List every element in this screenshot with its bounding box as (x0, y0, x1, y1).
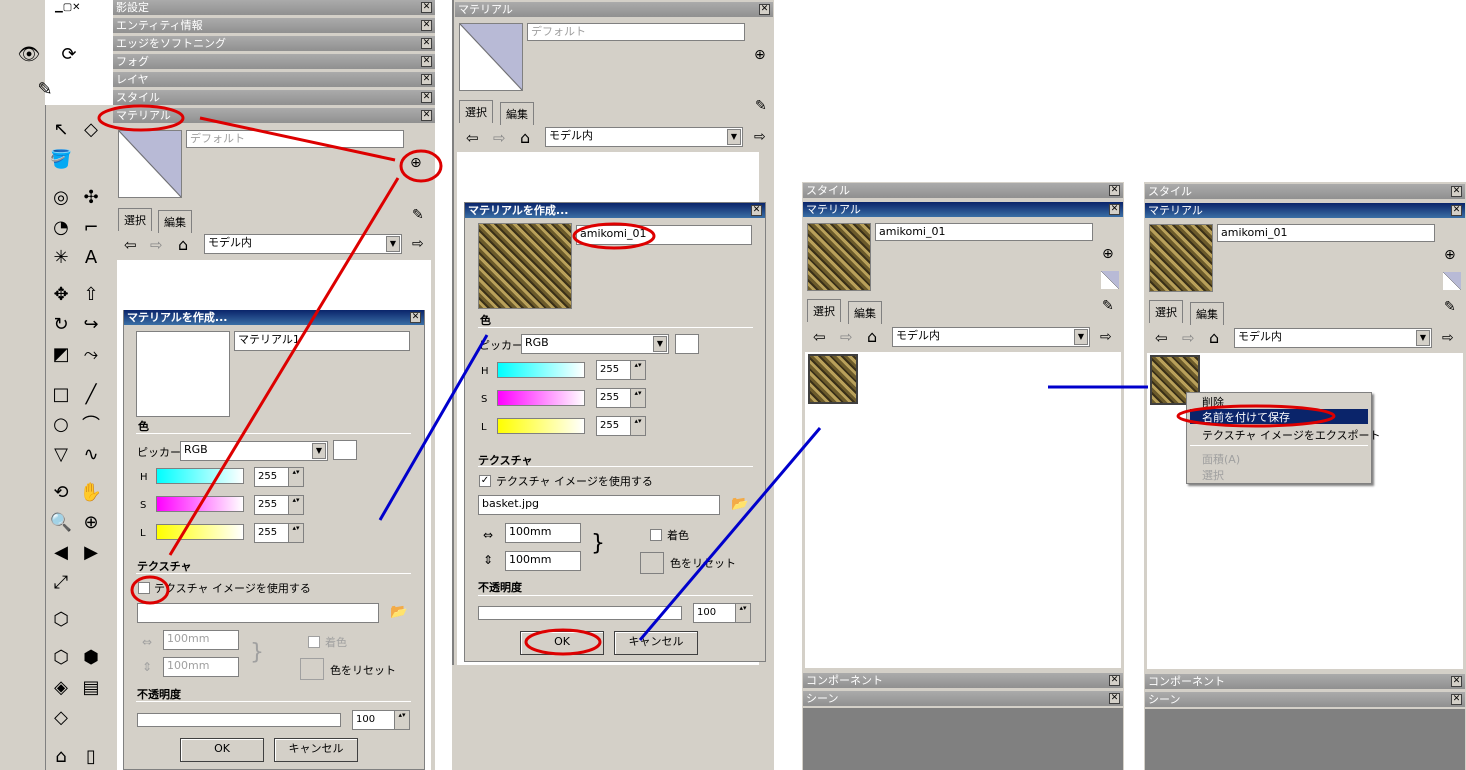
red-circle-ok (524, 628, 602, 656)
red-line-1 (199, 116, 396, 162)
red-circle-material-tab (97, 104, 185, 132)
red-line-2 (168, 177, 400, 556)
blue-line-2 (638, 427, 822, 641)
blue-line-1 (378, 334, 489, 521)
annotation-overlay (97, 104, 1336, 656)
red-circle-checkbox (130, 575, 170, 605)
red-circle-create-icon (399, 149, 443, 183)
red-circle-save (1176, 404, 1336, 428)
red-circle-name (572, 222, 656, 250)
